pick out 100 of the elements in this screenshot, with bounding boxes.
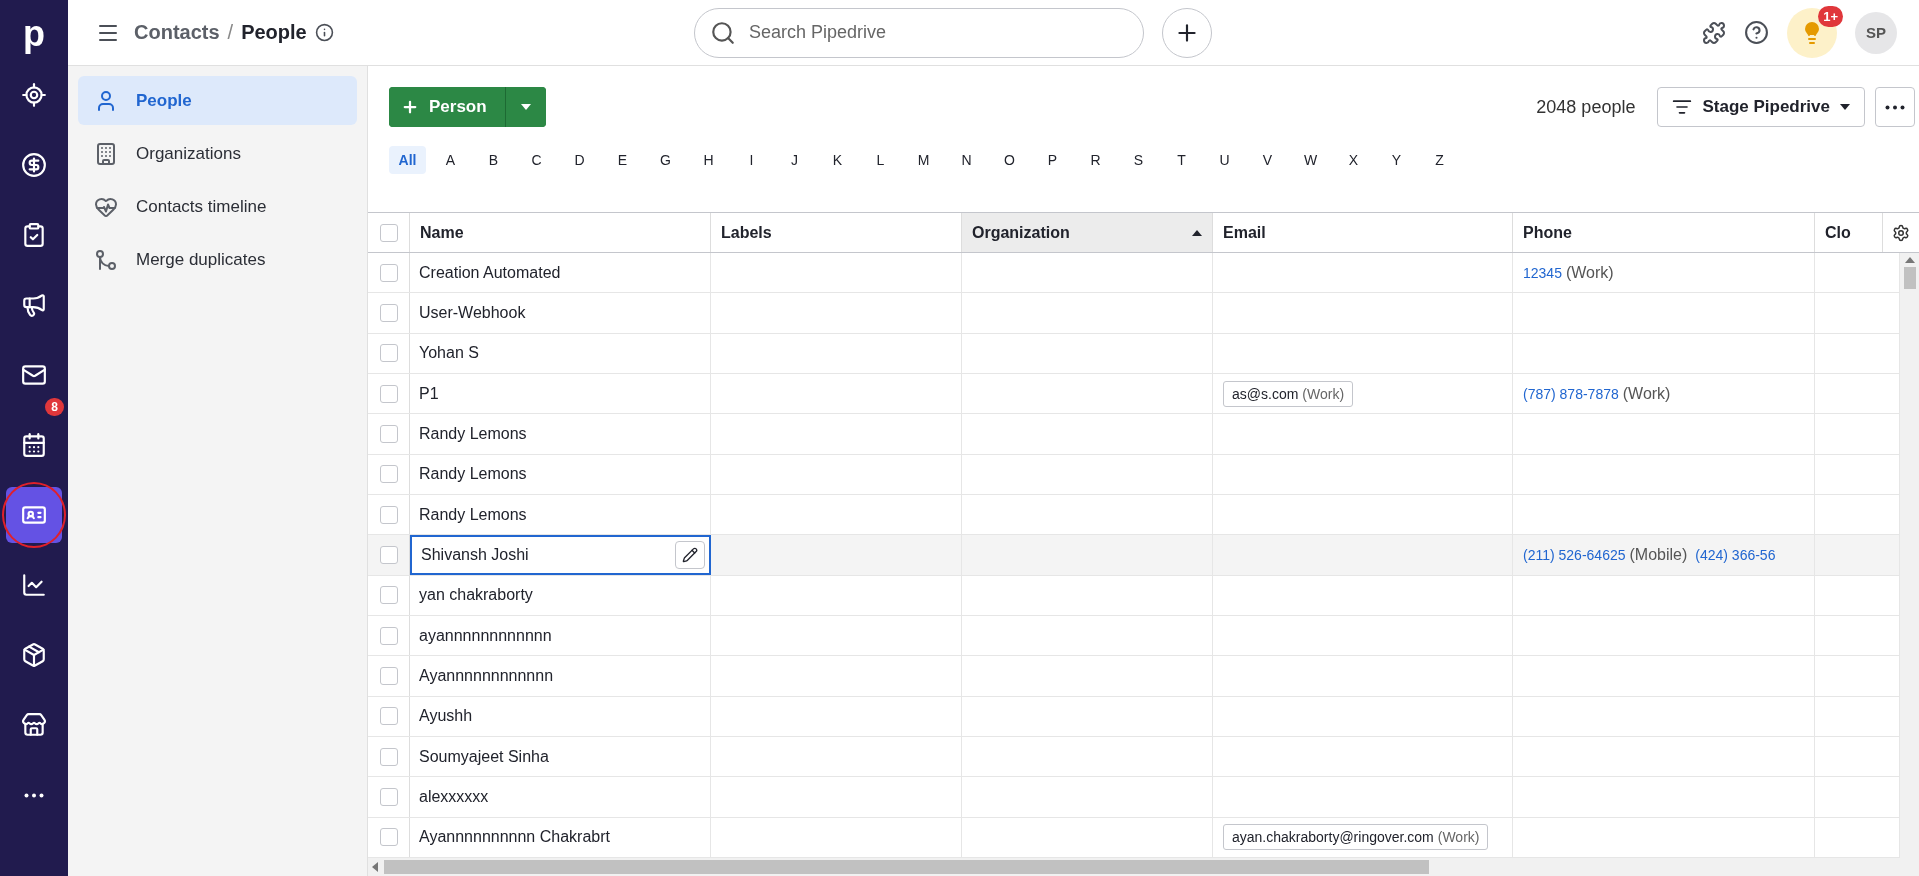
checkbox[interactable] bbox=[379, 545, 398, 564]
plus-icon bbox=[401, 98, 419, 116]
name-cell[interactable]: Shivansh Joshi bbox=[410, 535, 711, 575]
name-cell[interactable]: Ayannnnnnnnnnnn bbox=[410, 656, 711, 696]
more-icon bbox=[1885, 104, 1905, 110]
letter-filter[interactable]: R bbox=[1077, 146, 1114, 174]
letter-filter[interactable]: Z bbox=[1421, 146, 1458, 174]
checkbox[interactable] bbox=[379, 666, 398, 685]
checkbox[interactable] bbox=[379, 223, 398, 242]
vertical-scrollbar[interactable] bbox=[1900, 253, 1919, 858]
letter-filter[interactable]: O bbox=[991, 146, 1028, 174]
letter-filter[interactable]: J bbox=[776, 146, 813, 174]
letter-filter[interactable]: Y bbox=[1378, 146, 1415, 174]
checkbox[interactable] bbox=[379, 707, 398, 726]
name-cell[interactable]: alexxxxxx bbox=[410, 777, 711, 817]
sidebar-label: Contacts timeline bbox=[136, 196, 267, 217]
tips-button[interactable] bbox=[1787, 7, 1837, 58]
target-icon bbox=[21, 82, 47, 108]
logo[interactable]: p bbox=[23, 8, 45, 60]
letter-filter[interactable]: N bbox=[948, 146, 985, 174]
name-cell[interactable]: Randy Lemons bbox=[410, 494, 711, 535]
checkbox[interactable] bbox=[379, 424, 398, 443]
help-icon[interactable] bbox=[1744, 20, 1769, 45]
letter-filter[interactable]: H bbox=[690, 146, 727, 174]
email-chip[interactable]: ayan.chakraborty@ringover.com (Work) bbox=[1223, 824, 1489, 851]
sidebar-item[interactable]: Merge duplicates bbox=[78, 235, 357, 284]
letter-filter[interactable]: M bbox=[905, 146, 942, 174]
notification-badge: 8 bbox=[45, 398, 64, 416]
sort-icon bbox=[1192, 229, 1202, 236]
edit-button[interactable] bbox=[675, 540, 705, 569]
checkbox[interactable] bbox=[379, 263, 398, 282]
letter-filter[interactable]: K bbox=[819, 146, 856, 174]
phone-type: (Work) bbox=[1565, 263, 1614, 282]
letter-filter[interactable]: B bbox=[475, 146, 512, 174]
phone-type: (Work) bbox=[1622, 384, 1671, 403]
add-button[interactable] bbox=[1162, 7, 1212, 58]
filter-button[interactable]: Stage Pipedrive bbox=[1657, 87, 1865, 127]
name-cell[interactable]: ayannnnnnnnnnnn bbox=[410, 615, 711, 656]
phone-link[interactable]: (211) 526-64625 bbox=[1523, 546, 1626, 563]
calendar-icon bbox=[21, 432, 47, 458]
checkbox[interactable] bbox=[379, 465, 398, 484]
puzzle-icon[interactable] bbox=[1702, 20, 1726, 45]
sidebar-label: People bbox=[136, 90, 192, 111]
name-cell[interactable]: Randy Lemons bbox=[410, 454, 711, 494]
info-icon[interactable] bbox=[314, 23, 334, 42]
letter-filter[interactable]: W bbox=[1292, 146, 1329, 174]
letter-filter[interactable]: E bbox=[604, 146, 641, 174]
letter-filter[interactable]: S bbox=[1120, 146, 1157, 174]
name-cell[interactable]: User-Webhook bbox=[410, 293, 711, 333]
email-chip[interactable]: as@s.com (Work) bbox=[1223, 380, 1354, 407]
checkbox[interactable] bbox=[379, 828, 398, 847]
add-person-button[interactable]: Person bbox=[389, 87, 506, 127]
dollar-icon bbox=[21, 152, 47, 178]
name-cell[interactable]: Randy Lemons bbox=[410, 414, 711, 454]
letter-filter[interactable]: I bbox=[733, 146, 770, 174]
letter-filter[interactable]: L bbox=[862, 146, 899, 174]
checkbox[interactable] bbox=[379, 787, 398, 806]
phone-link[interactable]: (787) 878-7878 bbox=[1523, 385, 1619, 402]
search-icon bbox=[710, 19, 736, 46]
letter-filter[interactable]: U bbox=[1206, 146, 1243, 174]
name-cell[interactable]: yan chakraborty bbox=[410, 575, 711, 615]
store-icon bbox=[21, 712, 47, 738]
name-cell[interactable]: Ayushh bbox=[410, 696, 711, 736]
letter-filter[interactable]: G bbox=[647, 146, 684, 174]
letter-filter[interactable]: C bbox=[518, 146, 555, 174]
pencil-icon bbox=[682, 546, 698, 563]
column-header[interactable]: Organization bbox=[962, 213, 1213, 252]
settings-icon bbox=[1892, 223, 1910, 242]
more-icon bbox=[24, 792, 44, 798]
checkbox[interactable] bbox=[379, 747, 398, 766]
letter-filter[interactable]: T bbox=[1163, 146, 1200, 174]
checkbox[interactable] bbox=[379, 344, 398, 363]
phone-link[interactable]: 12345 bbox=[1523, 264, 1562, 281]
checkbox[interactable] bbox=[379, 626, 398, 645]
checkbox[interactable] bbox=[379, 304, 398, 322]
name-cell[interactable]: Creation Automated bbox=[410, 253, 711, 293]
sidebar-item[interactable]: Contacts timeline bbox=[78, 182, 357, 231]
phone-link[interactable]: (424) 366-56 bbox=[1695, 546, 1776, 563]
user-avatar[interactable]: SP bbox=[1855, 11, 1897, 54]
letter-filter[interactable]: All bbox=[389, 146, 426, 174]
name-cell[interactable]: Soumyajeet Sinha bbox=[410, 736, 711, 777]
sidebar-item[interactable]: Organizations bbox=[78, 129, 357, 178]
letter-filter[interactable]: X bbox=[1335, 146, 1372, 174]
sidebar-item[interactable]: People bbox=[78, 76, 357, 125]
name-cell[interactable]: P1 bbox=[410, 374, 711, 414]
clipboard-icon bbox=[21, 222, 47, 248]
letter-filter[interactable]: P bbox=[1034, 146, 1071, 174]
checkbox[interactable] bbox=[379, 586, 398, 605]
search-field[interactable]: Search Pipedrive bbox=[694, 7, 1144, 58]
mail-icon bbox=[21, 362, 47, 388]
name-cell[interactable]: Ayannnnnnnnnn Chakrabrt bbox=[410, 817, 711, 857]
checkbox[interactable] bbox=[379, 384, 398, 403]
breadcrumb-item[interactable]: Contacts bbox=[134, 21, 220, 44]
checkbox[interactable] bbox=[379, 505, 398, 524]
name-cell[interactable]: Yohan S bbox=[410, 333, 711, 373]
more-button[interactable] bbox=[1875, 87, 1915, 127]
horizontal-scrollbar[interactable] bbox=[368, 858, 1919, 876]
letter-filter[interactable]: A bbox=[432, 146, 469, 174]
letter-filter[interactable]: V bbox=[1249, 146, 1286, 174]
letter-filter[interactable]: D bbox=[561, 146, 598, 174]
